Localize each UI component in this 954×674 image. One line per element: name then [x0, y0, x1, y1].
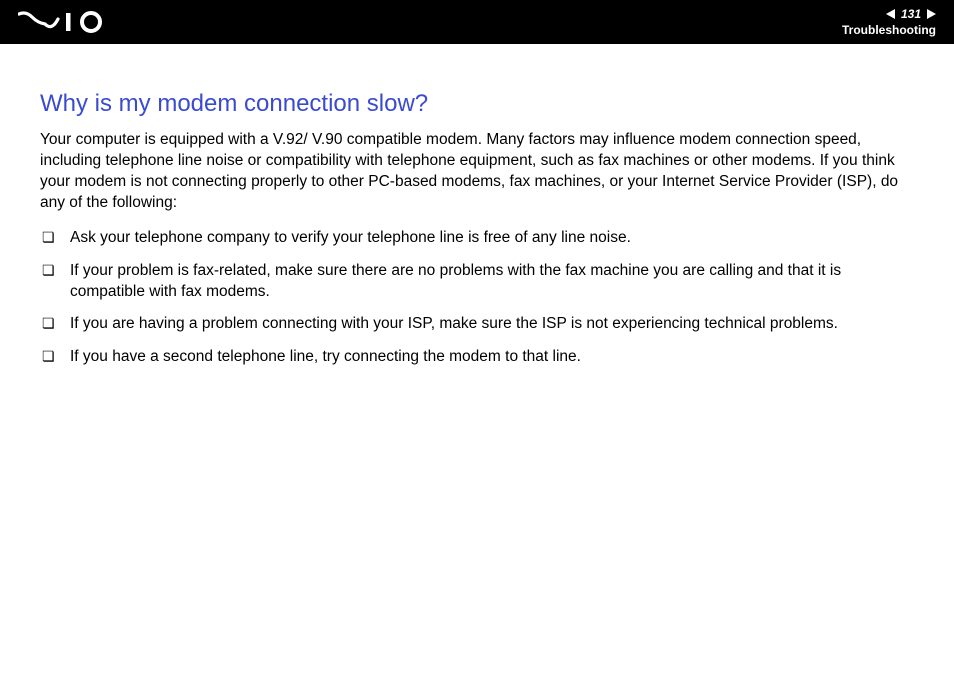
page-header: 131 Troubleshooting — [0, 0, 954, 44]
bullet-list: Ask your telephone company to verify you… — [40, 228, 914, 369]
list-item: If you have a second telephone line, try… — [40, 347, 914, 368]
list-item: If your problem is fax-related, make sur… — [40, 261, 914, 303]
page-content: Why is my modem connection slow? Your co… — [0, 44, 954, 368]
vaio-logo-icon — [18, 11, 110, 33]
list-item: If you are having a problem connecting w… — [40, 314, 914, 335]
intro-paragraph: Your computer is equipped with a V.92/ V… — [40, 130, 914, 214]
page-title: Why is my modem connection slow? — [40, 90, 914, 118]
breadcrumb: Troubleshooting — [842, 23, 936, 37]
vaio-logo — [18, 11, 110, 33]
page-number: 131 — [901, 7, 921, 21]
next-page-icon[interactable] — [927, 9, 936, 19]
page-navigator: 131 — [886, 7, 936, 21]
list-item: Ask your telephone company to verify you… — [40, 228, 914, 249]
prev-page-icon[interactable] — [886, 9, 895, 19]
header-right: 131 Troubleshooting — [842, 0, 936, 44]
